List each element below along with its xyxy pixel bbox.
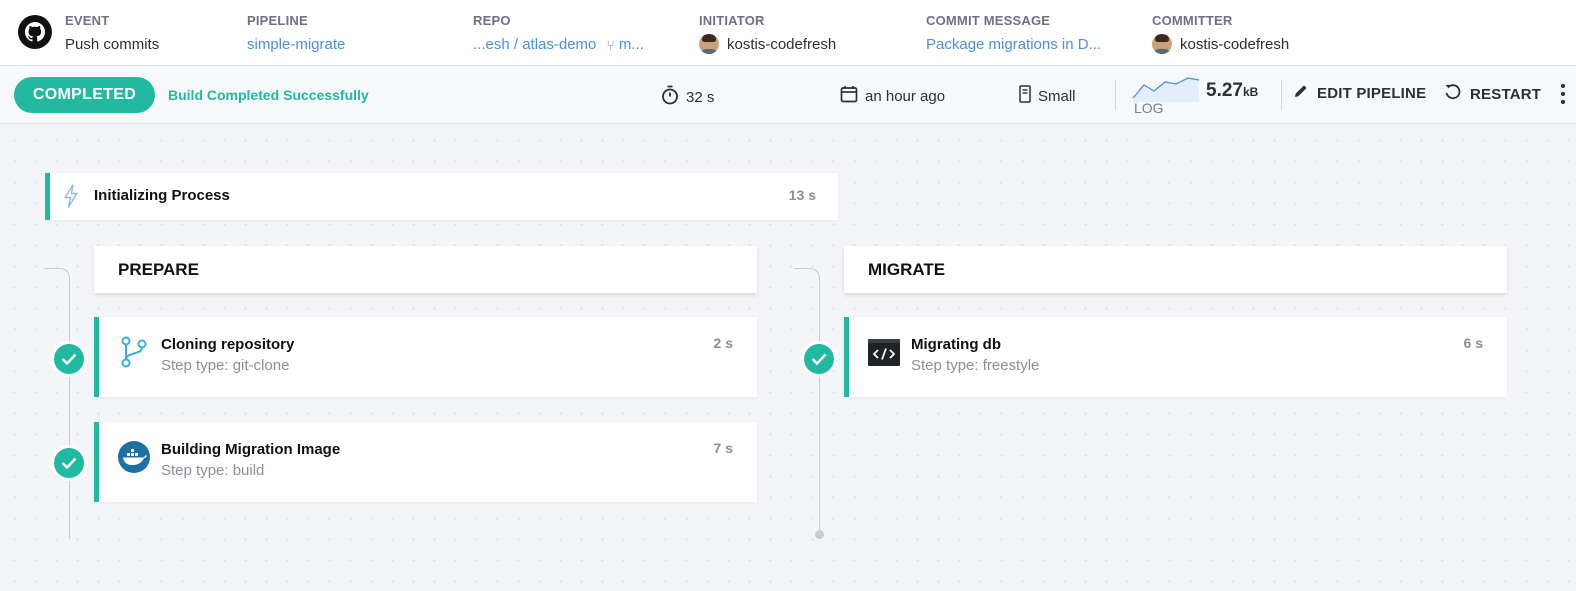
- step-duration: 2 s: [713, 335, 733, 351]
- avatar: [699, 34, 719, 54]
- event-value: Push commits: [65, 36, 160, 53]
- pencil-icon: [1293, 83, 1309, 103]
- machine-size-value: Small: [1038, 87, 1076, 105]
- init-process-duration: 13 s: [788, 187, 816, 203]
- calendar-icon: [840, 85, 858, 107]
- divider: [1115, 80, 1116, 110]
- duration-value: 32 s: [686, 88, 715, 106]
- repo-field: REPO ...esh / atlas-demo ⑂ m...: [473, 13, 644, 53]
- stage-rail: [819, 289, 820, 530]
- github-icon: [18, 15, 52, 49]
- stage-title: PREPARE: [118, 260, 199, 279]
- docker-icon: [117, 440, 151, 474]
- commit-message-field: COMMIT MESSAGE Package migrations in D..…: [926, 13, 1101, 53]
- stage-rail-end: [815, 530, 824, 539]
- step-card-cloning-repository[interactable]: Cloning repository Step type: git-clone …: [94, 317, 757, 397]
- committer-field: COMMITTER kostis-codefresh: [1152, 13, 1289, 54]
- log-button[interactable]: LOG 5.27kB: [1132, 74, 1272, 118]
- step-duration: 7 s: [713, 440, 733, 456]
- stage-title: MIGRATE: [868, 260, 946, 279]
- git-branch-icon: [117, 335, 151, 369]
- step-success-icon: [54, 344, 84, 374]
- initiator-label: INITIATOR: [699, 13, 765, 28]
- stage-header-migrate: MIGRATE: [844, 246, 1507, 293]
- restart-button[interactable]: RESTART: [1444, 83, 1541, 105]
- edit-pipeline-button[interactable]: EDIT PIPELINE: [1293, 83, 1426, 103]
- pipeline-link[interactable]: simple-migrate: [247, 36, 345, 53]
- avatar: [1152, 34, 1172, 54]
- log-size: 5.27kB: [1206, 80, 1259, 101]
- pipeline-field: PIPELINE simple-migrate: [247, 13, 345, 53]
- pipeline-label: PIPELINE: [247, 13, 308, 28]
- branch-link[interactable]: m...: [619, 36, 644, 53]
- step-success-icon: [804, 344, 834, 374]
- repo-label: REPO: [473, 13, 511, 28]
- stage-rail: [69, 289, 70, 539]
- repo-link[interactable]: ...esh / atlas-demo: [473, 36, 596, 53]
- machine-size-stat: Small: [1019, 85, 1076, 107]
- restart-icon: [1444, 83, 1462, 105]
- init-process-card[interactable]: Initializing Process 13 s: [45, 173, 838, 220]
- stage-rail-cap: [44, 268, 70, 290]
- step-name: Cloning repository: [161, 336, 295, 353]
- step-duration: 6 s: [1463, 335, 1483, 351]
- started-stat: an hour ago: [840, 85, 945, 107]
- step-name: Migrating db: [911, 336, 1001, 353]
- event-field: EVENT Push commits: [65, 13, 159, 53]
- duration-stat: 32 s: [661, 85, 714, 109]
- step-card-migrating-db[interactable]: Migrating db Step type: freestyle 6 s: [844, 317, 1507, 397]
- step-type: Step type: build: [161, 462, 265, 479]
- step-card-building-migration-image[interactable]: Building Migration Image Step type: buil…: [94, 422, 757, 502]
- log-label: LOG: [1134, 100, 1164, 116]
- edit-pipeline-label: EDIT PIPELINE: [1317, 84, 1427, 102]
- committer-label: COMMITTER: [1152, 13, 1233, 28]
- restart-label: RESTART: [1470, 85, 1542, 103]
- commit-message-link[interactable]: Package migrations in D...: [926, 36, 1101, 53]
- stage-rail-cap: [794, 268, 820, 290]
- log-sparkline-icon: [1132, 77, 1200, 102]
- server-icon: [1019, 85, 1031, 107]
- step-success-icon: [54, 448, 84, 478]
- started-value: an hour ago: [865, 87, 946, 105]
- step-name: Building Migration Image: [161, 441, 341, 458]
- status-badge[interactable]: COMPLETED: [14, 77, 155, 113]
- stopwatch-icon: [661, 85, 679, 109]
- build-meta-bar: EVENT Push commits PIPELINE simple-migra…: [0, 0, 1576, 66]
- more-options-icon[interactable]: [1558, 84, 1568, 106]
- stage-header-prepare: PREPARE: [94, 246, 757, 293]
- divider: [1281, 80, 1282, 110]
- commit-message-label: COMMIT MESSAGE: [926, 13, 1051, 28]
- status-message: Build Completed Successfully: [168, 87, 369, 103]
- build-status-bar: COMPLETED Build Completed Successfully 3…: [0, 66, 1576, 124]
- pipeline-canvas: Initializing Process 13 s PREPARE Clonin…: [0, 124, 1576, 591]
- committer-value: kostis-codefresh: [1180, 35, 1290, 53]
- event-label: EVENT: [65, 13, 110, 28]
- git-branch-icon: ⑂: [606, 36, 615, 53]
- initiator-value: kostis-codefresh: [727, 35, 837, 53]
- code-terminal-icon: [867, 335, 901, 369]
- step-type: Step type: freestyle: [911, 357, 1040, 374]
- init-process-title: Initializing Process: [94, 187, 230, 204]
- step-type: Step type: git-clone: [161, 357, 290, 374]
- initiator-field: INITIATOR kostis-codefresh: [699, 13, 836, 54]
- lightning-icon: [62, 184, 80, 213]
